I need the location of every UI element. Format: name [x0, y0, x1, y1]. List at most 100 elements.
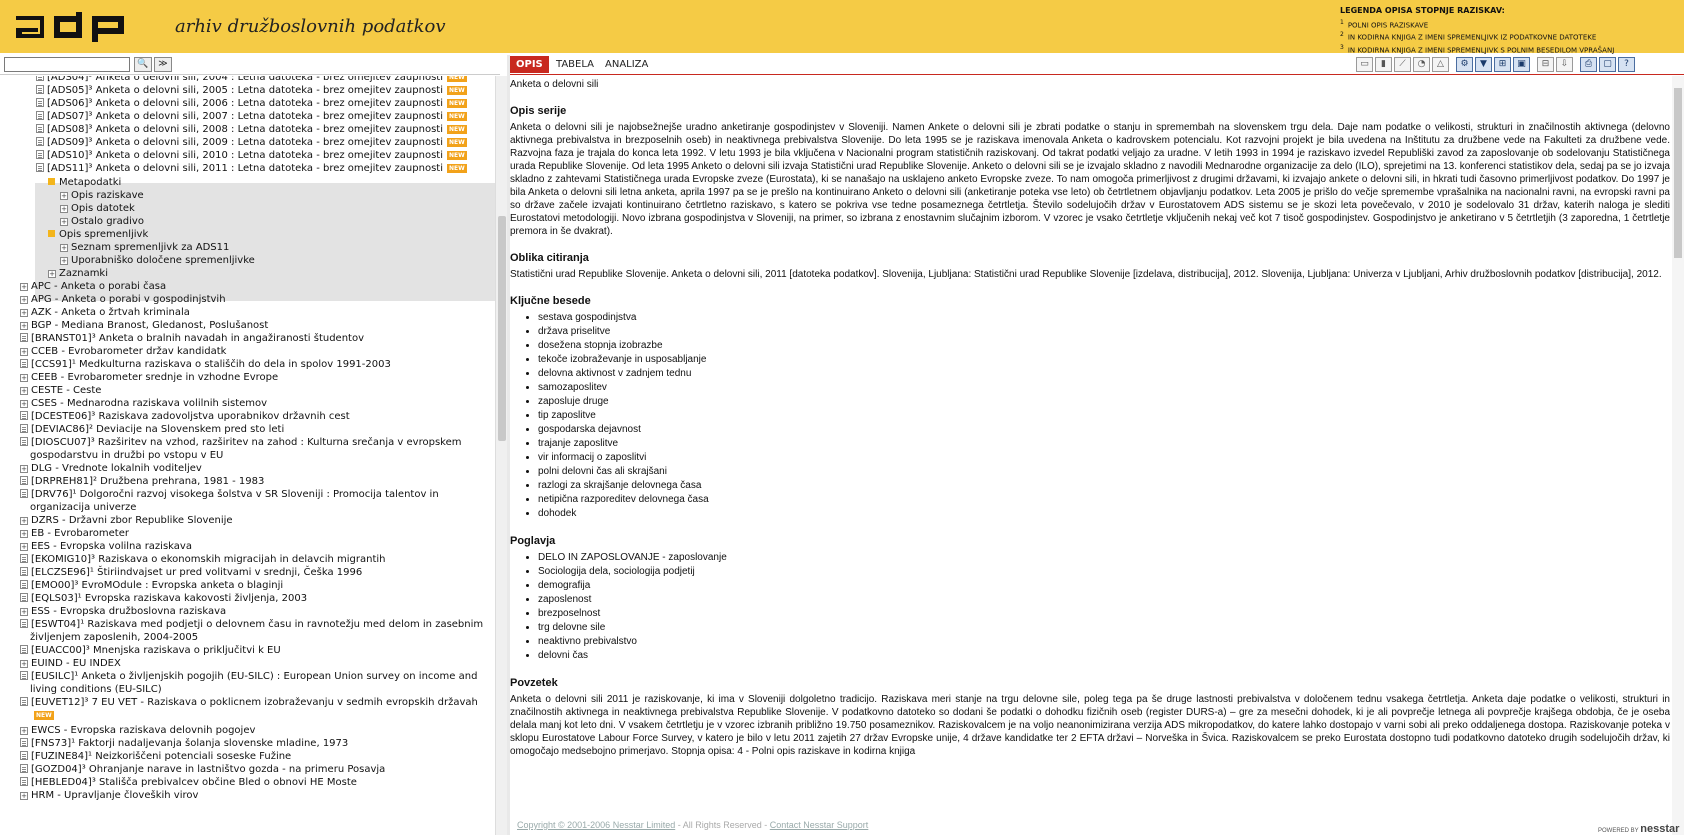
tree-node[interactable]: + CCEB - Evrobarometer držav kandidatk: [20, 345, 226, 358]
tree-node[interactable]: + Ostalo gradivo: [60, 215, 144, 228]
tree-node[interactable]: + CEEB - Evrobarometer srednje in vzhodne…: [20, 371, 278, 384]
document-icon[interactable]: [36, 124, 44, 133]
tree-node[interactable]: [EUSILC]¹ Anketa o življenjskih pogojih …: [20, 670, 477, 683]
expand-icon[interactable]: +: [20, 530, 28, 538]
document-icon[interactable]: [36, 150, 44, 159]
find-next-button[interactable]: ≫: [154, 57, 172, 72]
document-icon[interactable]: [20, 645, 28, 654]
tree-node[interactable]: [BRANST01]³ Anketa o bralnih navadah in …: [20, 332, 364, 345]
tree-node[interactable]: [DEVIAC86]² Deviacije na Slovenskem pred…: [20, 423, 284, 436]
document-icon[interactable]: [20, 751, 28, 760]
tree-node[interactable]: [FNS73]¹ Faktorji nadaljevanja šolanja s…: [20, 737, 348, 750]
content-scrollbar[interactable]: [1672, 76, 1684, 835]
tree-node[interactable]: + HRM - Upravljanje človeških virov: [20, 789, 198, 802]
tree-node[interactable]: + Seznam spremenljivk za ADS11: [60, 241, 229, 254]
table-icon[interactable]: ▭: [1356, 57, 1373, 72]
tree-node[interactable]: + Uporabniško določene spremenljivke: [60, 254, 255, 267]
subset-icon[interactable]: ⊞: [1494, 57, 1511, 72]
tree-node[interactable]: [DRPREH81]² Družbena prehrana, 1981 - 19…: [20, 475, 264, 488]
tree-node[interactable]: [ADS09]³ Anketa o delovni sili, 2009 : L…: [36, 136, 467, 149]
tab-opis[interactable]: OPIS: [510, 56, 549, 73]
tree-node[interactable]: Metapodatki: [48, 176, 121, 189]
search-input[interactable]: [4, 57, 130, 72]
expand-icon[interactable]: +: [48, 270, 56, 278]
document-icon[interactable]: [20, 619, 28, 628]
expand-icon[interactable]: +: [20, 387, 28, 395]
document-icon[interactable]: [20, 424, 28, 433]
tree-node[interactable]: NEW: [30, 709, 54, 722]
expand-icon[interactable]: +: [20, 660, 28, 668]
document-icon[interactable]: [36, 76, 44, 81]
tree-scrollbar-thumb[interactable]: [498, 216, 506, 441]
tree-node[interactable]: + AZK - Anketa o žrtvah kriminala: [20, 306, 190, 319]
tree-node[interactable]: [EUVET12]³ 7 EU VET - Raziskava o poklic…: [20, 696, 478, 709]
tree-node[interactable]: [EKOMIG10]³ Raziskava o ekonomskih migra…: [20, 553, 386, 566]
document-icon[interactable]: [20, 738, 28, 747]
document-icon[interactable]: [20, 567, 28, 576]
tree-node[interactable]: + CSES - Mednarodna raziskava volilnih si…: [20, 397, 267, 410]
weight-icon[interactable]: △: [1432, 57, 1449, 72]
tree-node[interactable]: [EMO00]³ EvroMOdule : Evropska anketa o …: [20, 579, 283, 592]
copyright-link[interactable]: Copyright © 2001-2006 Nesstar Limited: [517, 820, 675, 830]
expand-icon[interactable]: +: [20, 727, 28, 735]
tree-node[interactable]: [ESWT04]¹ Raziskava med podjetji o delov…: [20, 618, 483, 631]
tree-node[interactable]: + Zaznamki: [48, 267, 108, 280]
contact-support-link[interactable]: Contact Nesstar Support: [770, 820, 869, 830]
tree-node[interactable]: [DCESTE06]³ Raziskava zadovoljstva upora…: [20, 410, 350, 423]
tree-node[interactable]: [ADS04]³ Anketa o delovni sili, 2004 : L…: [36, 76, 467, 84]
tree-node[interactable]: [ADS06]³ Anketa o delovni sili, 2006 : L…: [36, 97, 467, 110]
tree-scrollbar[interactable]: [495, 76, 507, 835]
find-button[interactable]: 🔍: [134, 57, 152, 72]
document-icon[interactable]: [20, 593, 28, 602]
tree-node[interactable]: [ADS08]³ Anketa o delovni sili, 2008 : L…: [36, 123, 467, 136]
expand-icon[interactable]: +: [20, 465, 28, 473]
tree-node[interactable]: [FUZINE84]¹ Neizkoriščeni potenciali sos…: [20, 750, 291, 763]
document-icon[interactable]: [20, 554, 28, 563]
save-icon[interactable]: ▣: [1513, 57, 1530, 72]
expand-icon[interactable]: +: [20, 543, 28, 551]
document-icon[interactable]: [20, 777, 28, 786]
tree-node[interactable]: [GOZD04]³ Ohranjanje narave in lastništv…: [20, 763, 385, 776]
tree-node[interactable]: + DZRS - Državni zbor Republike Slovenije: [20, 514, 233, 527]
compute-icon[interactable]: ⚙: [1456, 57, 1473, 72]
expand-icon[interactable]: +: [20, 517, 28, 525]
expand-icon[interactable]: +: [60, 218, 68, 226]
document-icon[interactable]: [20, 411, 28, 420]
download-icon[interactable]: ⇩: [1556, 57, 1573, 72]
document-icon[interactable]: [36, 137, 44, 146]
tree-node[interactable]: [ELCZSE96]¹ Štiriindvajset ur pred volit…: [20, 566, 362, 579]
expand-icon[interactable]: +: [20, 322, 28, 330]
tree-node[interactable]: organizacija univerze: [30, 501, 136, 514]
help-icon[interactable]: ?: [1618, 57, 1635, 72]
tree-node[interactable]: + Opis datotek: [60, 202, 135, 215]
expand-icon[interactable]: +: [20, 309, 28, 317]
tree-node[interactable]: [ADS07]³ Anketa o delovni sili, 2007 : L…: [36, 110, 467, 123]
tree-node[interactable]: + APG - Anketa o porabi v gospodinjstvih: [20, 293, 226, 306]
window-icon[interactable]: ▢: [1599, 57, 1616, 72]
document-icon[interactable]: [36, 98, 44, 107]
tree-node[interactable]: + EWCS - Evropska raziskava delovnih pogo…: [20, 724, 255, 737]
tree-node[interactable]: [ADS11]³ Anketa o delovni sili, 2011 : L…: [36, 162, 467, 175]
tree-node[interactable]: gospodarstvu in družbi po vstopu v EU: [30, 449, 223, 462]
pie-chart-icon[interactable]: ◔: [1413, 57, 1430, 72]
bookmark-icon[interactable]: ⊟: [1537, 57, 1554, 72]
tree-node[interactable]: + EUIND - EU INDEX: [20, 657, 121, 670]
tree-node[interactable]: življenjem zaposlenih, 2004-2005: [30, 631, 198, 644]
tree-node[interactable]: [EQLS03]¹ Evropska raziskava kakovosti ž…: [20, 592, 307, 605]
tab-analiza[interactable]: ANALIZA: [599, 56, 654, 73]
expand-icon[interactable]: +: [20, 608, 28, 616]
folder-icon[interactable]: [48, 178, 55, 185]
expand-icon[interactable]: +: [60, 257, 68, 265]
tree-node[interactable]: living conditions (EU-SILC): [30, 683, 162, 696]
document-icon[interactable]: [36, 111, 44, 120]
tree-node[interactable]: [EUACC00]³ Mnenjska raziskava o priključ…: [20, 644, 281, 657]
document-icon[interactable]: [20, 476, 28, 485]
expand-icon[interactable]: +: [20, 296, 28, 304]
tree-node[interactable]: [ADS10]³ Anketa o delovni sili, 2010 : L…: [36, 149, 467, 162]
tab-tabela[interactable]: TABELA: [550, 56, 600, 73]
filter-icon[interactable]: ▼: [1475, 57, 1492, 72]
tree-node[interactable]: [HEBLED04]³ Stališča prebivalcev občine …: [20, 776, 357, 789]
tree-node[interactable]: + EES - Evropska volilna raziskava: [20, 540, 192, 553]
content-scrollbar-thumb[interactable]: [1674, 88, 1682, 258]
tree-node[interactable]: + APC - Anketa o porabi časa: [20, 280, 166, 293]
